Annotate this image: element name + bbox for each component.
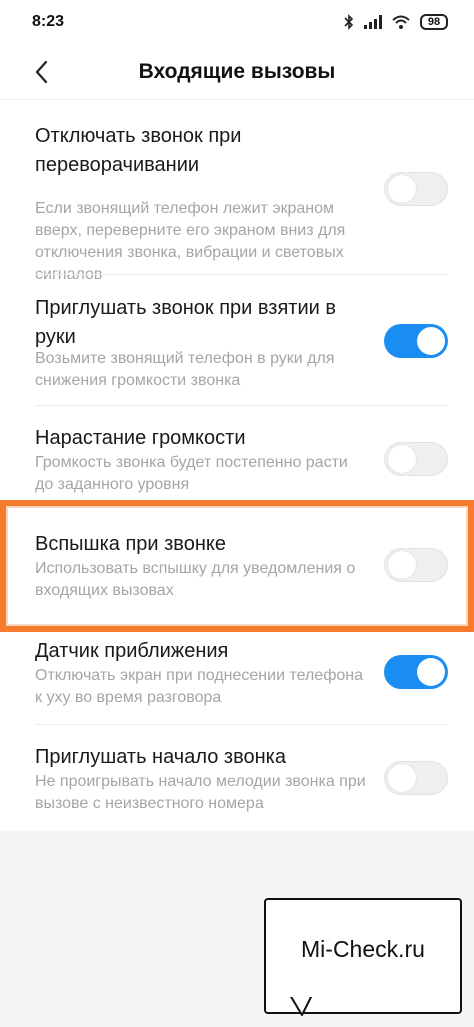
setting-proximity-sensor[interactable]: Датчик приближения Отключать экран при п… <box>0 637 474 717</box>
toggle-switch[interactable] <box>384 172 448 206</box>
settings-list: Отключать звонок при переворачивании Есл… <box>0 100 474 831</box>
toggle-knob <box>388 175 416 203</box>
battery-icon: 98 <box>420 14 448 30</box>
toggle-knob <box>388 551 416 579</box>
setting-description: Если звонящий телефон лежит экраном ввер… <box>35 200 346 283</box>
toggle-knob <box>417 658 445 686</box>
setting-title: Нарастание громкости <box>35 427 246 449</box>
setting-title: Приглушать начало звонка <box>35 746 286 768</box>
divider <box>35 724 448 725</box>
setting-description: Не проигрывать начало мелодии звонка при… <box>35 773 366 812</box>
toggle-knob <box>388 445 416 473</box>
setting-title: Отключать звонок при переворачивании <box>35 125 242 176</box>
watermark-text: Mi-Check.ru <box>301 936 425 962</box>
wifi-icon <box>392 15 410 29</box>
signal-icon <box>364 15 382 29</box>
app-header: Входящие вызовы <box>0 44 474 100</box>
setting-title: Приглушать звонок при взятии в руки <box>35 297 336 348</box>
bubble-tail <box>289 995 315 1016</box>
toggle-switch[interactable] <box>384 761 448 795</box>
status-time: 8:23 <box>32 13 65 30</box>
status-bar: 8:23 98 <box>0 0 474 44</box>
setting-description: Возьмите звонящий телефон в руки для сни… <box>35 350 335 389</box>
setting-description: Громкость звонка будет постепенно расти … <box>35 454 348 493</box>
setting-silence-call-start[interactable]: Приглушать начало звонка Не проигрывать … <box>0 743 474 823</box>
toggle-switch[interactable] <box>384 324 448 358</box>
bluetooth-icon <box>344 14 354 30</box>
toggle-switch[interactable] <box>384 548 448 582</box>
toggle-knob <box>388 764 416 792</box>
toggle-switch[interactable] <box>384 442 448 476</box>
setting-description: Отключать экран при поднесении телефона … <box>35 667 363 706</box>
toggle-switch[interactable] <box>384 655 448 689</box>
setting-title: Вспышка при звонке <box>35 533 226 555</box>
divider <box>35 405 448 406</box>
setting-volume-rise[interactable]: Нарастание громкости Громкость звонка бу… <box>0 424 474 504</box>
setting-description: Использовать вспышку для уведомления о в… <box>35 560 356 599</box>
setting-flip-to-silence[interactable]: Отключать звонок при переворачивании Есл… <box>0 122 474 283</box>
toggle-knob <box>417 327 445 355</box>
page-title: Входящие вызовы <box>138 60 336 83</box>
status-icons: 98 <box>344 14 448 30</box>
setting-title: Датчик приближения <box>35 640 229 662</box>
setting-flash-on-call[interactable]: Вспышка при звонке Использовать вспышку … <box>0 530 474 610</box>
setting-mute-on-pickup[interactable]: Приглушать звонок при взятии в руки Возь… <box>0 294 474 394</box>
divider <box>35 274 448 275</box>
